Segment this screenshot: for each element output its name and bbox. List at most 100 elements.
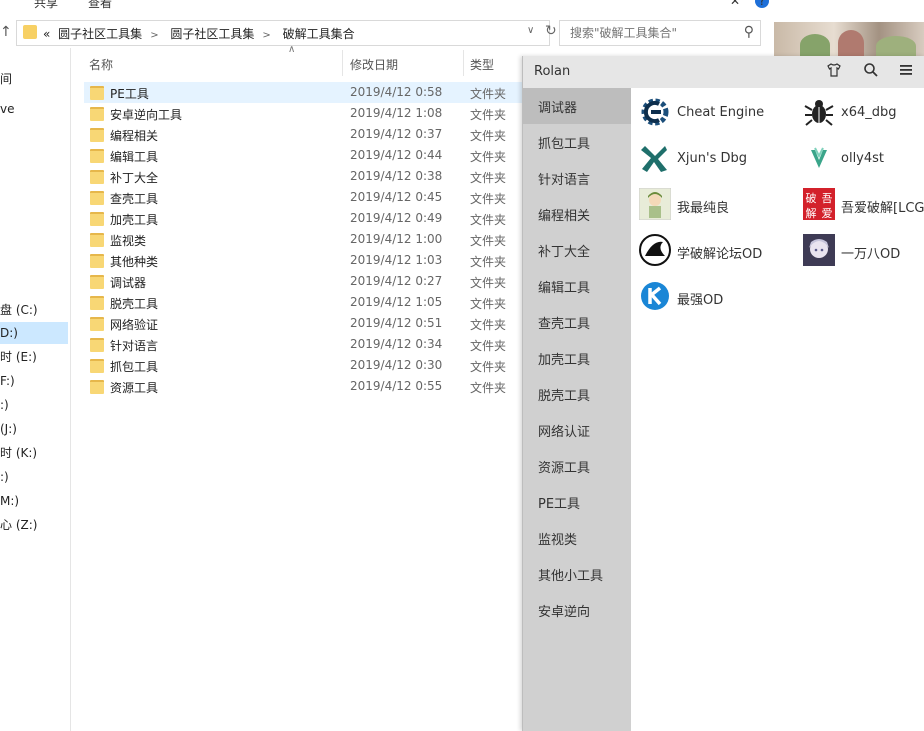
file-row[interactable]: 资源工具 2019/4/12 0:55 文件夹 (84, 376, 524, 397)
search-icon[interactable] (863, 62, 879, 82)
file-row[interactable]: 其他种类 2019/4/12 1:03 文件夹 (84, 250, 524, 271)
category-item[interactable]: 安卓逆向 (523, 592, 631, 628)
file-row[interactable]: 补丁大全 2019/4/12 0:38 文件夹 (84, 166, 524, 187)
category-item-debugger[interactable]: 调试器 (523, 88, 631, 124)
nav-item[interactable]: 间 (0, 68, 68, 90)
file-name: 针对语言 (110, 339, 159, 353)
file-date: 2019/4/12 0:49 (350, 211, 443, 225)
help-icon[interactable]: ? (755, 0, 769, 8)
nav-item-drive-e[interactable]: 时 (E:) (0, 346, 68, 368)
file-date: 2019/4/12 1:05 (350, 295, 443, 309)
app-cheat-engine[interactable]: Cheat Engine (631, 92, 791, 132)
chevron-right-icon[interactable]: > (150, 30, 158, 41)
category-item[interactable]: 监视类 (523, 520, 631, 556)
rolan-title: Rolan (534, 64, 571, 79)
shark-fin-icon (639, 234, 671, 266)
app-52pojie[interactable]: 破 吾 解 爱 吾爱破解[LCG] (795, 184, 924, 224)
category-item[interactable]: 查壳工具 (523, 304, 631, 340)
tab-view[interactable]: 查看 (88, 0, 112, 10)
nav-item-drive-m[interactable]: M:) (0, 490, 68, 512)
file-row[interactable]: 编程相关 2019/4/12 0:37 文件夹 (84, 124, 524, 145)
file-row[interactable]: 抓包工具 2019/4/12 0:30 文件夹 (84, 355, 524, 376)
nav-item-drive-f[interactable]: F:) (0, 370, 68, 392)
folder-icon (90, 107, 104, 121)
xjun-dbg-icon (639, 142, 671, 174)
category-item[interactable]: 脱壳工具 (523, 376, 631, 412)
search-icon[interactable]: ⚲ (744, 24, 754, 40)
chevron-down-icon[interactable]: ∨ (527, 25, 534, 36)
file-type: 文件夹 (470, 255, 507, 269)
nav-item-drive-z[interactable]: 心 (Z:) (0, 514, 68, 536)
column-type[interactable]: 类型 (470, 56, 494, 73)
rolan-launcher-window: Rolan 调试器 抓包工具 针对语言 编程相关 补丁大全 编辑工具 查壳工具 … (522, 56, 924, 731)
nav-item-drive-c[interactable]: 盘 (C:) (0, 299, 68, 321)
category-label: 其他小工具 (538, 569, 604, 584)
file-name: 资源工具 (110, 381, 159, 395)
app-label: Cheat Engine (677, 105, 765, 120)
category-item[interactable]: 针对语言 (523, 160, 631, 196)
nav-item-drive[interactable]: :) (0, 394, 68, 416)
tab-share[interactable]: 共享 (34, 0, 58, 10)
column-date[interactable]: 修改日期 (350, 56, 398, 73)
file-row[interactable]: 脱壳工具 2019/4/12 1:05 文件夹 (84, 292, 524, 313)
app-yiwanba-od[interactable]: 一万八OD (795, 230, 924, 270)
app-x64dbg[interactable]: x64_dbg (795, 92, 924, 132)
category-item[interactable]: 资源工具 (523, 448, 631, 484)
category-item[interactable]: 其他小工具 (523, 556, 631, 592)
nav-item-drive-k[interactable]: 时 (K:) (0, 442, 68, 464)
file-row[interactable]: 查壳工具 2019/4/12 0:45 文件夹 (84, 187, 524, 208)
file-type: 文件夹 (470, 234, 507, 248)
file-row[interactable]: PE工具 2019/4/12 0:58 文件夹 (84, 82, 524, 103)
nav-item[interactable]: ve (0, 98, 68, 120)
app-olly4st[interactable]: olly4st (795, 138, 924, 178)
file-name: 网络验证 (110, 318, 159, 332)
category-item[interactable]: 编辑工具 (523, 268, 631, 304)
column-divider[interactable] (463, 50, 464, 76)
category-item[interactable]: PE工具 (523, 484, 631, 520)
shirt-icon[interactable] (826, 62, 842, 82)
menu-icon[interactable] (898, 62, 914, 82)
breadcrumb-overflow[interactable]: « (43, 27, 50, 41)
nav-item-drive[interactable]: :) (0, 466, 68, 488)
file-row[interactable]: 加壳工具 2019/4/12 0:49 文件夹 (84, 208, 524, 229)
up-arrow-icon[interactable]: ↑ (0, 24, 12, 40)
app-xjun-dbg[interactable]: Xjun's Dbg (631, 138, 791, 178)
close-icon[interactable]: ✕ (730, 0, 740, 8)
app-xuepojie-od[interactable]: 学破解论坛OD (631, 230, 791, 270)
folder-icon (90, 128, 104, 142)
category-item[interactable]: 加壳工具 (523, 340, 631, 376)
category-item[interactable]: 编程相关 (523, 196, 631, 232)
breadcrumb-item[interactable]: 破解工具集合 (283, 27, 355, 41)
app-zuiqiang-od[interactable]: 最强OD (631, 276, 791, 316)
category-item[interactable]: 抓包工具 (523, 124, 631, 160)
nav-item-drive-j[interactable]: (J:) (0, 418, 68, 440)
search-box[interactable]: ⚲ (559, 20, 761, 46)
file-row[interactable]: 安卓逆向工具 2019/4/12 1:08 文件夹 (84, 103, 524, 124)
address-bar[interactable]: « 圆子社区工具集 > 圆子社区工具集 > 破解工具集合 ∨ ↻ (16, 20, 557, 46)
nav-item-drive-d[interactable]: D:) (0, 322, 68, 344)
file-type: 文件夹 (470, 381, 507, 395)
folder-icon (90, 149, 104, 163)
file-row[interactable]: 网络验证 2019/4/12 0:51 文件夹 (84, 313, 524, 334)
breadcrumb: « 圆子社区工具集 > 圆子社区工具集 > 破解工具集合 (43, 25, 359, 42)
category-item[interactable]: 网络认证 (523, 412, 631, 448)
chevron-right-icon[interactable]: > (262, 30, 270, 41)
rolan-title-bar[interactable]: Rolan (523, 56, 924, 88)
app-label: 我最纯良 (677, 201, 730, 216)
search-input[interactable] (568, 25, 732, 41)
refresh-icon[interactable]: ↻ (545, 23, 557, 39)
folder-icon (90, 233, 104, 247)
column-divider[interactable] (342, 50, 343, 76)
file-row[interactable]: 针对语言 2019/4/12 0:34 文件夹 (84, 334, 524, 355)
category-item[interactable]: 补丁大全 (523, 232, 631, 268)
breadcrumb-item[interactable]: 圆子社区工具集 (170, 27, 254, 41)
category-label: 监视类 (538, 533, 578, 548)
file-row[interactable]: 编辑工具 2019/4/12 0:44 文件夹 (84, 145, 524, 166)
app-wozuichunliang[interactable]: 我最纯良 (631, 184, 791, 224)
breadcrumb-item[interactable]: 圆子社区工具集 (58, 27, 142, 41)
file-row[interactable]: 监视类 2019/4/12 1:00 文件夹 (84, 229, 524, 250)
app-label: Xjun's Dbg (677, 151, 747, 166)
category-label: 针对语言 (538, 173, 591, 188)
file-row[interactable]: 调试器 2019/4/12 0:27 文件夹 (84, 271, 524, 292)
column-name[interactable]: 名称 (89, 56, 113, 73)
